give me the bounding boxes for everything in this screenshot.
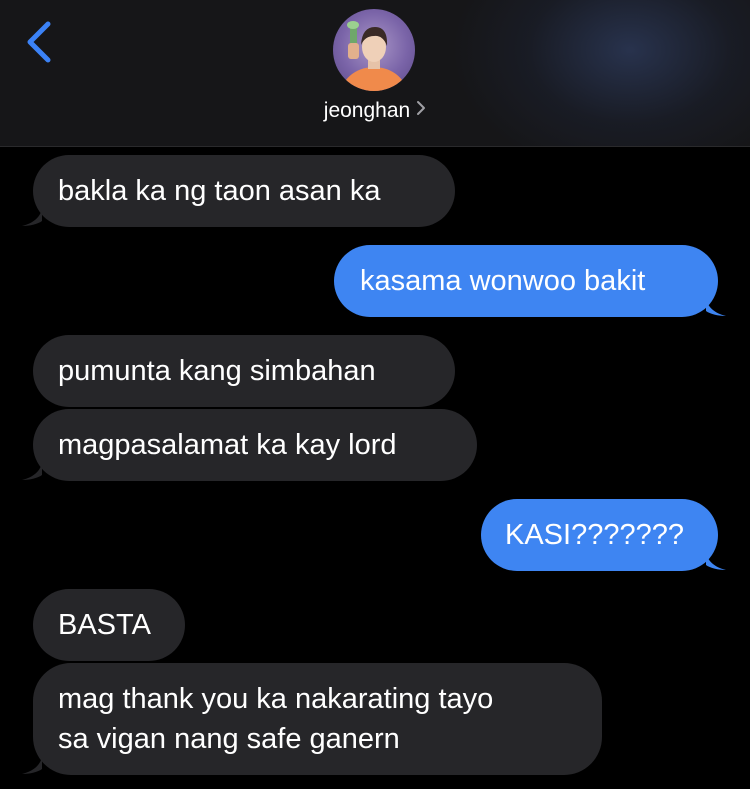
bubble-tail-incoming	[22, 757, 42, 774]
contact-name-button[interactable]: jeonghan	[0, 97, 750, 125]
message-bubble-incoming[interactable]: bakla ka ng taon asan ka	[33, 155, 455, 227]
bubble-tail-incoming	[22, 209, 42, 226]
back-button[interactable]	[18, 16, 62, 68]
message-text: kasama wonwoo bakit	[360, 265, 646, 297]
message-text: magpasalamat ka kay lord	[58, 429, 397, 461]
message-text-line-2: sa vigan nang safe ganern	[58, 723, 400, 755]
message-bubble-outgoing[interactable]: KASI???????	[481, 499, 718, 571]
message-text: BASTA	[58, 609, 151, 641]
bubble-tail-incoming	[22, 463, 42, 480]
message-bubble-incoming[interactable]: mag thank you ka nakarating tayo sa viga…	[33, 663, 602, 775]
contact-avatar[interactable]	[333, 9, 415, 91]
message-text: pumunta kang simbahan	[58, 355, 376, 387]
message-bubble-incoming[interactable]: pumunta kang simbahan	[33, 335, 455, 407]
contact-name: jeonghan	[323, 99, 411, 122]
message-text-line-1: mag thank you ka nakarating tayo	[58, 683, 494, 715]
bubble-tail-outgoing	[706, 553, 726, 570]
message-text: KASI???????	[505, 519, 684, 551]
message-bubble-outgoing[interactable]: kasama wonwoo bakit	[334, 245, 718, 317]
chevron-right-icon	[416, 96, 426, 124]
chevron-left-icon	[18, 16, 62, 68]
message-bubble-incoming[interactable]: BASTA	[33, 589, 185, 661]
bubble-tail-outgoing	[706, 299, 726, 316]
conversation-header: jeonghan	[0, 0, 750, 147]
message-bubble-incoming[interactable]: magpasalamat ka kay lord	[33, 409, 477, 481]
message-text: bakla ka ng taon asan ka	[58, 175, 381, 207]
